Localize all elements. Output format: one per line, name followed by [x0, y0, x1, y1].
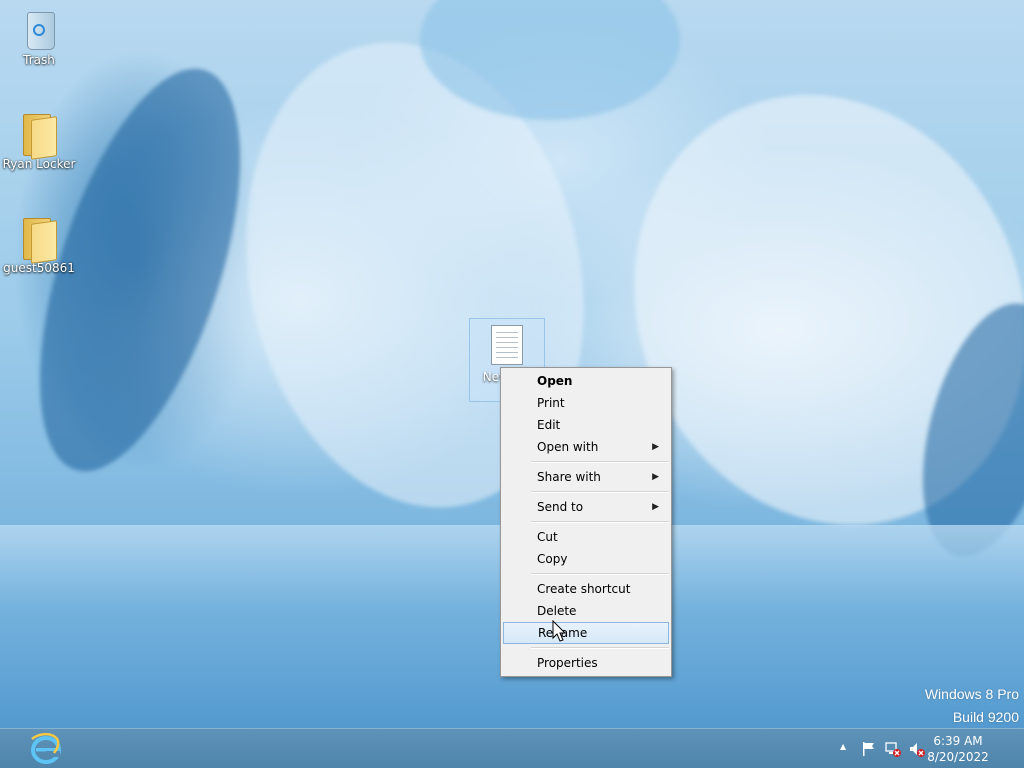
taskbar: ▲ 6:39 AM 8/20/2022 — [0, 728, 1024, 768]
desktop-icon-label: Ryan Locker — [2, 157, 76, 171]
menu-separator — [531, 521, 669, 523]
watermark-build: Build 9200 — [952, 709, 1019, 725]
menu-item-create-shortcut[interactable]: Create shortcut — [503, 578, 669, 600]
menu-item-label: Share with — [537, 470, 601, 484]
menu-item-label: Delete — [537, 604, 577, 618]
menu-item-label: Open — [537, 374, 573, 388]
menu-item-label: Properties — [537, 656, 598, 670]
menu-item-copy[interactable]: Copy — [503, 548, 669, 570]
menu-item-label: Print — [537, 396, 565, 410]
menu-item-open[interactable]: Open — [503, 370, 669, 392]
menu-item-label: Edit — [537, 418, 561, 432]
menu-item-cut[interactable]: Cut — [503, 526, 669, 548]
context-menu: Open Print Edit Open with ▶ Share with ▶ S… — [500, 367, 672, 677]
menu-separator — [531, 491, 669, 493]
desktop-icon-label: guest50861 — [3, 261, 75, 275]
menu-item-edit[interactable]: Edit — [503, 414, 669, 436]
desktop-icon-ryan-locker[interactable]: Ryan Locker — [1, 112, 77, 171]
menu-item-print[interactable]: Print — [503, 392, 669, 414]
submenu-arrow-icon: ▶ — [652, 502, 659, 512]
menu-item-open-with[interactable]: Open with ▶ — [503, 436, 669, 458]
desktop-icon-guest50861[interactable]: guest50861 — [1, 216, 77, 275]
menu-item-label: Copy — [537, 552, 568, 566]
menu-separator — [531, 647, 669, 649]
menu-item-properties[interactable]: Properties — [503, 652, 669, 674]
desktop-icon-label: Trash — [23, 53, 55, 67]
network-disconnected-icon[interactable] — [884, 740, 902, 758]
mouse-cursor-icon — [552, 620, 567, 642]
menu-separator — [531, 573, 669, 575]
text-document-icon — [491, 325, 523, 365]
system-tray: ▲ 6:39 AM 8/20/2022 — [834, 729, 1024, 769]
action-center-flag-icon[interactable] — [860, 740, 878, 758]
clock-date: 8/20/2022 — [927, 750, 989, 764]
folder-icon — [19, 112, 59, 160]
menu-item-delete[interactable]: Delete — [503, 600, 669, 622]
recycle-bin-icon — [19, 8, 59, 52]
show-hidden-icons-icon[interactable]: ▲ — [840, 742, 846, 751]
taskbar-internet-explorer-button[interactable] — [24, 731, 68, 767]
watermark-edition: Windows 8 Pro — [924, 686, 1019, 702]
menu-item-send-to[interactable]: Send to ▶ — [503, 496, 669, 518]
menu-item-rename[interactable]: Rename — [503, 622, 669, 644]
menu-item-label: Send to — [537, 500, 584, 514]
clock-time: 6:39 AM — [933, 734, 983, 748]
menu-item-share-with[interactable]: Share with ▶ — [503, 466, 669, 488]
submenu-arrow-icon: ▶ — [652, 442, 659, 452]
submenu-arrow-icon: ▶ — [652, 472, 659, 482]
taskbar-clock[interactable]: 6:39 AM 8/20/2022 — [918, 733, 998, 765]
internet-explorer-icon — [31, 733, 61, 764]
windows-version-watermark: Windows 8 Pro Build 9200 — [925, 686, 1019, 726]
menu-item-label: Create shortcut — [537, 582, 631, 596]
menu-separator — [531, 461, 669, 463]
desktop-icon-trash[interactable]: Trash — [1, 8, 77, 67]
folder-icon — [19, 216, 59, 264]
menu-item-label: Open with — [537, 440, 599, 454]
menu-item-label: Cut — [537, 530, 558, 544]
